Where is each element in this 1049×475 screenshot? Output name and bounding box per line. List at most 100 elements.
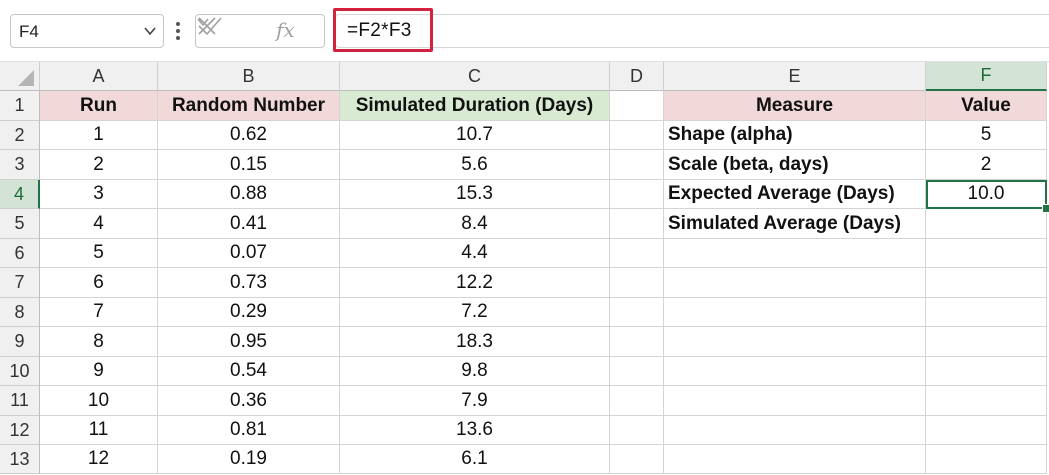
sim-cell[interactable]: 18.3 <box>340 327 610 357</box>
row-header-5[interactable]: 5 <box>0 209 40 239</box>
sim-cell[interactable]: 3 <box>40 180 158 209</box>
sim-cell[interactable]: 5.6 <box>340 150 610 180</box>
cell[interactable] <box>664 239 926 268</box>
cell[interactable] <box>926 327 1047 357</box>
chevron-down-icon[interactable] <box>196 15 210 29</box>
cell[interactable] <box>664 416 926 445</box>
cell[interactable] <box>610 91 664 121</box>
sim-cell[interactable]: 9 <box>40 357 158 386</box>
sim-cell[interactable]: 12.2 <box>340 268 610 298</box>
sim-cell[interactable]: 0.81 <box>158 416 340 445</box>
chevron-down-icon[interactable] <box>143 24 157 38</box>
sim-cell[interactable]: 0.95 <box>158 327 340 357</box>
sim-cell[interactable]: 7 <box>40 298 158 327</box>
sim-cell[interactable]: 4.4 <box>340 239 610 268</box>
sim-cell[interactable]: 0.73 <box>158 268 340 298</box>
cell[interactable] <box>610 180 664 209</box>
sim-cell[interactable]: 0.41 <box>158 209 340 239</box>
cell[interactable] <box>664 445 926 474</box>
cell[interactable] <box>664 327 926 357</box>
row-header-12[interactable]: 12 <box>0 416 40 445</box>
row-header-7[interactable]: 7 <box>0 268 40 298</box>
measure-label[interactable]: Simulated Average (Days) <box>664 209 926 239</box>
cell[interactable] <box>926 416 1047 445</box>
measure-label[interactable]: Shape (alpha) <box>664 121 926 150</box>
sim-cell[interactable]: 2 <box>40 150 158 180</box>
sim-cell[interactable]: 13.6 <box>340 416 610 445</box>
sim-cell[interactable]: 10 <box>40 386 158 416</box>
row-header-1[interactable]: 1 <box>0 91 40 121</box>
cell[interactable] <box>610 445 664 474</box>
cell[interactable] <box>610 121 664 150</box>
row-header-13[interactable]: 13 <box>0 445 40 474</box>
sim-header-2[interactable]: Simulated Duration (Days) <box>340 91 610 121</box>
fill-handle[interactable] <box>1042 204 1049 213</box>
measure-header-1[interactable]: Value <box>926 91 1047 121</box>
sim-cell[interactable]: 10.7 <box>340 121 610 150</box>
insert-function-icon[interactable]: fx <box>276 18 295 42</box>
sim-cell[interactable]: 0.15 <box>158 150 340 180</box>
cell[interactable] <box>610 386 664 416</box>
sim-cell[interactable]: 4 <box>40 209 158 239</box>
column-header-f[interactable]: F <box>926 62 1047 91</box>
measure-label[interactable]: Scale (beta, days) <box>664 150 926 180</box>
sim-cell[interactable]: 9.8 <box>340 357 610 386</box>
cell[interactable] <box>610 416 664 445</box>
name-box[interactable]: F4 <box>10 14 164 48</box>
row-header-9[interactable]: 9 <box>0 327 40 357</box>
active-cell-f4[interactable]: 10.0 <box>926 180 1047 209</box>
cell[interactable] <box>926 298 1047 327</box>
row-header-10[interactable]: 10 <box>0 357 40 386</box>
sim-cell[interactable]: 0.62 <box>158 121 340 150</box>
column-header-d[interactable]: D <box>610 62 664 91</box>
measure-value[interactable] <box>926 209 1047 239</box>
sim-cell[interactable]: 5 <box>40 239 158 268</box>
cell[interactable] <box>926 386 1047 416</box>
cell[interactable] <box>664 298 926 327</box>
sim-cell[interactable]: 7.2 <box>340 298 610 327</box>
sim-header-1[interactable]: Random Number <box>158 91 340 121</box>
select-all-corner[interactable] <box>0 62 40 91</box>
sim-cell[interactable]: 6.1 <box>340 445 610 474</box>
column-header-c[interactable]: C <box>340 62 610 91</box>
sim-cell[interactable]: 0.19 <box>158 445 340 474</box>
cell[interactable] <box>610 150 664 180</box>
sim-cell[interactable]: 6 <box>40 268 158 298</box>
measure-value[interactable]: 5 <box>926 121 1047 150</box>
sim-cell[interactable]: 0.88 <box>158 180 340 209</box>
more-options-icon[interactable] <box>175 18 181 44</box>
cell[interactable] <box>664 357 926 386</box>
cell[interactable] <box>926 357 1047 386</box>
cell[interactable] <box>926 445 1047 474</box>
sim-cell[interactable]: 7.9 <box>340 386 610 416</box>
measure-value[interactable]: 2 <box>926 150 1047 180</box>
sim-cell[interactable]: 0.36 <box>158 386 340 416</box>
sim-cell[interactable]: 11 <box>40 416 158 445</box>
sim-cell[interactable]: 12 <box>40 445 158 474</box>
cell[interactable] <box>610 268 664 298</box>
measure-label[interactable]: Expected Average (Days) <box>664 180 926 209</box>
cell[interactable] <box>610 357 664 386</box>
cell[interactable] <box>926 239 1047 268</box>
cell[interactable] <box>610 239 664 268</box>
row-header-8[interactable]: 8 <box>0 298 40 327</box>
sim-cell[interactable]: 1 <box>40 121 158 150</box>
cell[interactable] <box>610 298 664 327</box>
row-header-4[interactable]: 4 <box>0 180 40 209</box>
column-header-b[interactable]: B <box>158 62 340 91</box>
column-header-a[interactable]: A <box>40 62 158 91</box>
sim-cell[interactable]: 8 <box>40 327 158 357</box>
cell[interactable] <box>610 209 664 239</box>
sim-cell[interactable]: 0.54 <box>158 357 340 386</box>
sim-header-0[interactable]: Run <box>40 91 158 121</box>
cell[interactable] <box>926 268 1047 298</box>
formula-input[interactable] <box>335 14 1049 48</box>
cell[interactable] <box>610 327 664 357</box>
sim-cell[interactable]: 0.29 <box>158 298 340 327</box>
sim-cell[interactable]: 15.3 <box>340 180 610 209</box>
sim-cell[interactable]: 0.07 <box>158 239 340 268</box>
row-header-3[interactable]: 3 <box>0 150 40 180</box>
measure-header-0[interactable]: Measure <box>664 91 926 121</box>
row-header-2[interactable]: 2 <box>0 121 40 150</box>
cell[interactable] <box>664 386 926 416</box>
